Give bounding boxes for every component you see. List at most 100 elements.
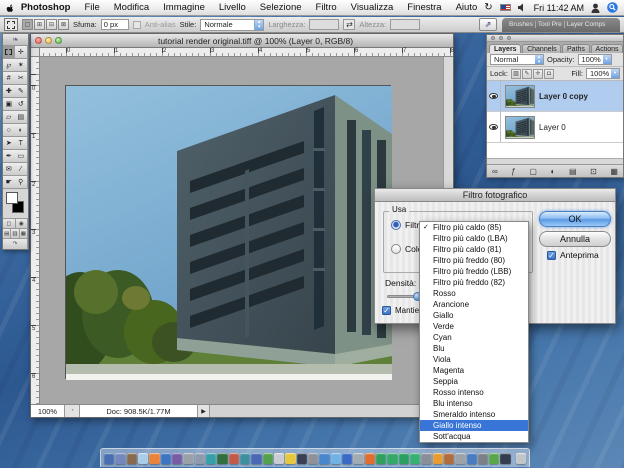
dock-app-icon-21[interactable] <box>342 453 352 464</box>
filter-option-0[interactable]: ✓Filtro più caldo (85) <box>420 222 528 233</box>
well-tab-brushes[interactable]: Brushes <box>507 21 536 28</box>
menu-filtro[interactable]: Filtro <box>309 2 344 13</box>
tab-paths[interactable]: Paths <box>562 44 590 53</box>
dock-app-icon-2[interactable] <box>127 453 137 464</box>
dock-app-icon-20[interactable] <box>331 453 341 464</box>
dodge-tool[interactable]: ◐ <box>15 124 28 137</box>
move-tool[interactable]: ✛ <box>15 46 28 59</box>
filter-option-16[interactable]: Blu intenso <box>420 398 528 409</box>
dock-app-icon-19[interactable] <box>319 453 329 464</box>
feather-input[interactable]: 0 px <box>101 19 129 30</box>
layer-style-icon[interactable]: ƒ <box>511 167 515 176</box>
filter-option-7[interactable]: Arancione <box>420 299 528 310</box>
status-popup-arrow-icon[interactable]: ▶ <box>198 405 210 417</box>
swap-dimensions-icon[interactable]: ⇄ <box>343 19 355 30</box>
dock-app-icon-29[interactable] <box>433 453 443 464</box>
filter-option-11[interactable]: Blu <box>420 343 528 354</box>
foreground-color-swatch[interactable] <box>6 192 18 204</box>
quick-mask-mode-button[interactable]: ◉ <box>16 219 29 228</box>
toolbox-header[interactable]: ❧ <box>3 34 28 46</box>
dock-app-icon-13[interactable] <box>251 453 261 464</box>
shape-tool[interactable]: ▭ <box>15 150 28 163</box>
menu-livello[interactable]: Livello <box>212 2 253 13</box>
filter-option-3[interactable]: Filtro più freddo (80) <box>420 255 528 266</box>
dialog-title-bar[interactable]: Filtro fotografico <box>375 189 615 202</box>
layer-group-icon[interactable]: ▤ <box>569 167 577 176</box>
dock-app-icon-32[interactable] <box>467 453 477 464</box>
dock-app-icon-8[interactable] <box>195 453 205 464</box>
lock-pixels-icon[interactable]: ✎ <box>522 69 532 79</box>
pen-tool[interactable]: ✒ <box>3 150 16 163</box>
filter-option-5[interactable]: Filtro più freddo (82) <box>420 277 528 288</box>
filter-option-12[interactable]: Viola <box>420 354 528 365</box>
lock-all-icon[interactable]: ◘ <box>544 69 554 79</box>
filter-option-9[interactable]: Verde <box>420 321 528 332</box>
horizontal-ruler[interactable]: 012345678 <box>40 48 453 57</box>
palette-title-bar[interactable] <box>487 35 623 42</box>
lock-transparency-icon[interactable]: ▨ <box>511 69 521 79</box>
standard-mode-button[interactable]: ◻ <box>3 219 16 228</box>
standard-screen-button[interactable]: ▤ <box>3 229 11 238</box>
minimize-button[interactable] <box>45 37 52 44</box>
zoom-level-field[interactable]: 100% <box>31 405 65 417</box>
cancel-button[interactable]: Annulla <box>539 231 611 247</box>
ok-button[interactable]: OK <box>539 211 611 227</box>
dock-app-icon-0[interactable] <box>104 453 114 464</box>
doc-size-field[interactable]: Doc: 908.5K/1.77M <box>80 405 198 417</box>
dock-app-icon-10[interactable] <box>217 453 227 464</box>
document-title-bar[interactable]: tutorial render original.tiff @ 100% (La… <box>31 34 453 48</box>
dock-app-icon-11[interactable] <box>229 453 239 464</box>
dock-app-icon-1[interactable] <box>115 453 125 464</box>
opacity-field[interactable]: 100% ▾ <box>578 54 612 65</box>
dock-app-icon-27[interactable] <box>410 453 420 464</box>
dock-app-icon-5[interactable] <box>161 453 171 464</box>
dock-app-icon-9[interactable] <box>206 453 216 464</box>
well-tab-tool-pre[interactable]: Tool Pre <box>536 21 565 28</box>
input-language-flag-icon[interactable] <box>500 4 511 11</box>
filter-option-14[interactable]: Seppia <box>420 376 528 387</box>
hand-tool[interactable]: ☛ <box>3 176 16 189</box>
fullscreen-button[interactable]: ▦ <box>20 229 28 238</box>
filter-option-13[interactable]: Magenta <box>420 365 528 376</box>
dock-app-icon-26[interactable] <box>399 453 409 464</box>
preview-checkbox[interactable]: ✓ <box>547 251 556 260</box>
dock-app-icon-34[interactable] <box>489 453 499 464</box>
filter-option-8[interactable]: Giallo <box>420 310 528 321</box>
eraser-tool[interactable]: ▱ <box>3 111 16 124</box>
dock-app-icon-7[interactable] <box>183 453 193 464</box>
notes-tool[interactable]: ✉ <box>3 163 16 176</box>
menu-file[interactable]: File <box>77 2 106 13</box>
slice-tool[interactable]: ✂ <box>15 72 28 85</box>
menu-immagine[interactable]: Immagine <box>156 2 212 13</box>
filter-option-17[interactable]: Smeraldo intenso <box>420 409 528 420</box>
filter-option-18[interactable]: Giallo intenso <box>420 420 528 431</box>
fill-field[interactable]: 100% ▾ <box>586 68 620 79</box>
selection-mode-intersect[interactable]: ⊠ <box>58 19 69 30</box>
filter-option-10[interactable]: Cyan <box>420 332 528 343</box>
dock-app-icon-4[interactable] <box>149 453 159 464</box>
path-selection-tool[interactable]: ➤ <box>3 137 16 150</box>
layer-mask-icon[interactable]: ▢ <box>529 167 537 176</box>
well-tab-layer-comps[interactable]: Layer Comps <box>565 21 608 28</box>
dock-app-icon-35[interactable] <box>500 453 510 464</box>
gradient-tool[interactable]: ▤ <box>15 111 28 124</box>
eye-icon[interactable] <box>489 124 498 130</box>
horizontal-scrollbar[interactable] <box>210 405 453 417</box>
preserve-luminosity-checkbox[interactable]: ✓ <box>382 306 391 315</box>
dock-app-icon-30[interactable] <box>444 453 454 464</box>
dock-app-icon-22[interactable] <box>353 453 363 464</box>
image-render[interactable] <box>65 85 391 379</box>
tab-actions[interactable]: Actions <box>591 44 623 53</box>
go-to-bridge-button[interactable]: ⇗ <box>479 18 497 31</box>
lasso-tool[interactable]: ℘ <box>3 59 16 72</box>
dock-app-icon-33[interactable] <box>478 453 488 464</box>
magic-wand-tool[interactable]: ✶ <box>15 59 28 72</box>
filter-option-4[interactable]: Filtro più freddo (LBB) <box>420 266 528 277</box>
vertical-ruler[interactable]: 0123456 <box>31 57 40 404</box>
dock-app-icon-16[interactable] <box>285 453 295 464</box>
menu-modifica[interactable]: Modifica <box>107 2 156 13</box>
filter-option-19[interactable]: Sott'acqua <box>420 431 528 442</box>
apple-logo-icon[interactable] <box>6 2 14 14</box>
rect-marquee-tool[interactable] <box>3 46 16 59</box>
menu-selezione[interactable]: Selezione <box>253 2 309 13</box>
